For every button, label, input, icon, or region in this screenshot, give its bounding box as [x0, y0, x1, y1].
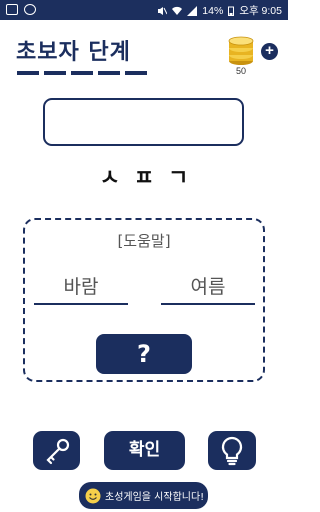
lightbulb-icon [221, 436, 243, 465]
status-left-icons [6, 4, 36, 15]
progress-dash [98, 71, 120, 75]
hint-button[interactable] [208, 431, 256, 470]
wifi-icon [172, 6, 183, 15]
progress-dashes [17, 71, 147, 75]
clock-time: 오후 9:05 [239, 5, 282, 17]
level-title: 초보자 단계 [16, 40, 131, 65]
progress-dash [125, 71, 147, 75]
hint-word: 여름 [161, 272, 255, 305]
progress-dash [17, 71, 39, 75]
progress-dash [71, 71, 93, 75]
reveal-hint-button[interactable]: ? [96, 334, 192, 374]
toast-text: 초성게임을 시작합니다! [105, 492, 205, 503]
hint-word: 바람 [34, 272, 128, 305]
status-right: 14% 오후 9:05 [157, 3, 282, 18]
smiley-icon [85, 488, 101, 503]
mute-icon [158, 6, 168, 15]
confirm-button[interactable]: 확인 [104, 431, 185, 470]
battery-percent: 14% [202, 4, 224, 17]
key-icon [45, 438, 69, 464]
signal-icon [187, 5, 198, 16]
toast-message: 초성게임을 시작합니다! [79, 482, 208, 509]
answer-input[interactable] [43, 98, 244, 146]
hint-title: [도움말] [117, 232, 171, 250]
hint-panel: [도움말] 바람 여름 ? [23, 218, 265, 382]
add-coins-button[interactable]: + [261, 43, 278, 60]
battery-icon [228, 6, 235, 16]
initial-consonants: ㅅㅍㄱ [99, 166, 203, 191]
alarm-icon [24, 4, 36, 15]
coin-stack-icon [228, 36, 254, 65]
key-button[interactable] [33, 431, 80, 470]
notification-icon [6, 4, 18, 15]
status-bar: 14% 오후 9:05 [0, 0, 288, 20]
progress-dash [44, 71, 66, 75]
coin-count: 50 [235, 66, 246, 76]
